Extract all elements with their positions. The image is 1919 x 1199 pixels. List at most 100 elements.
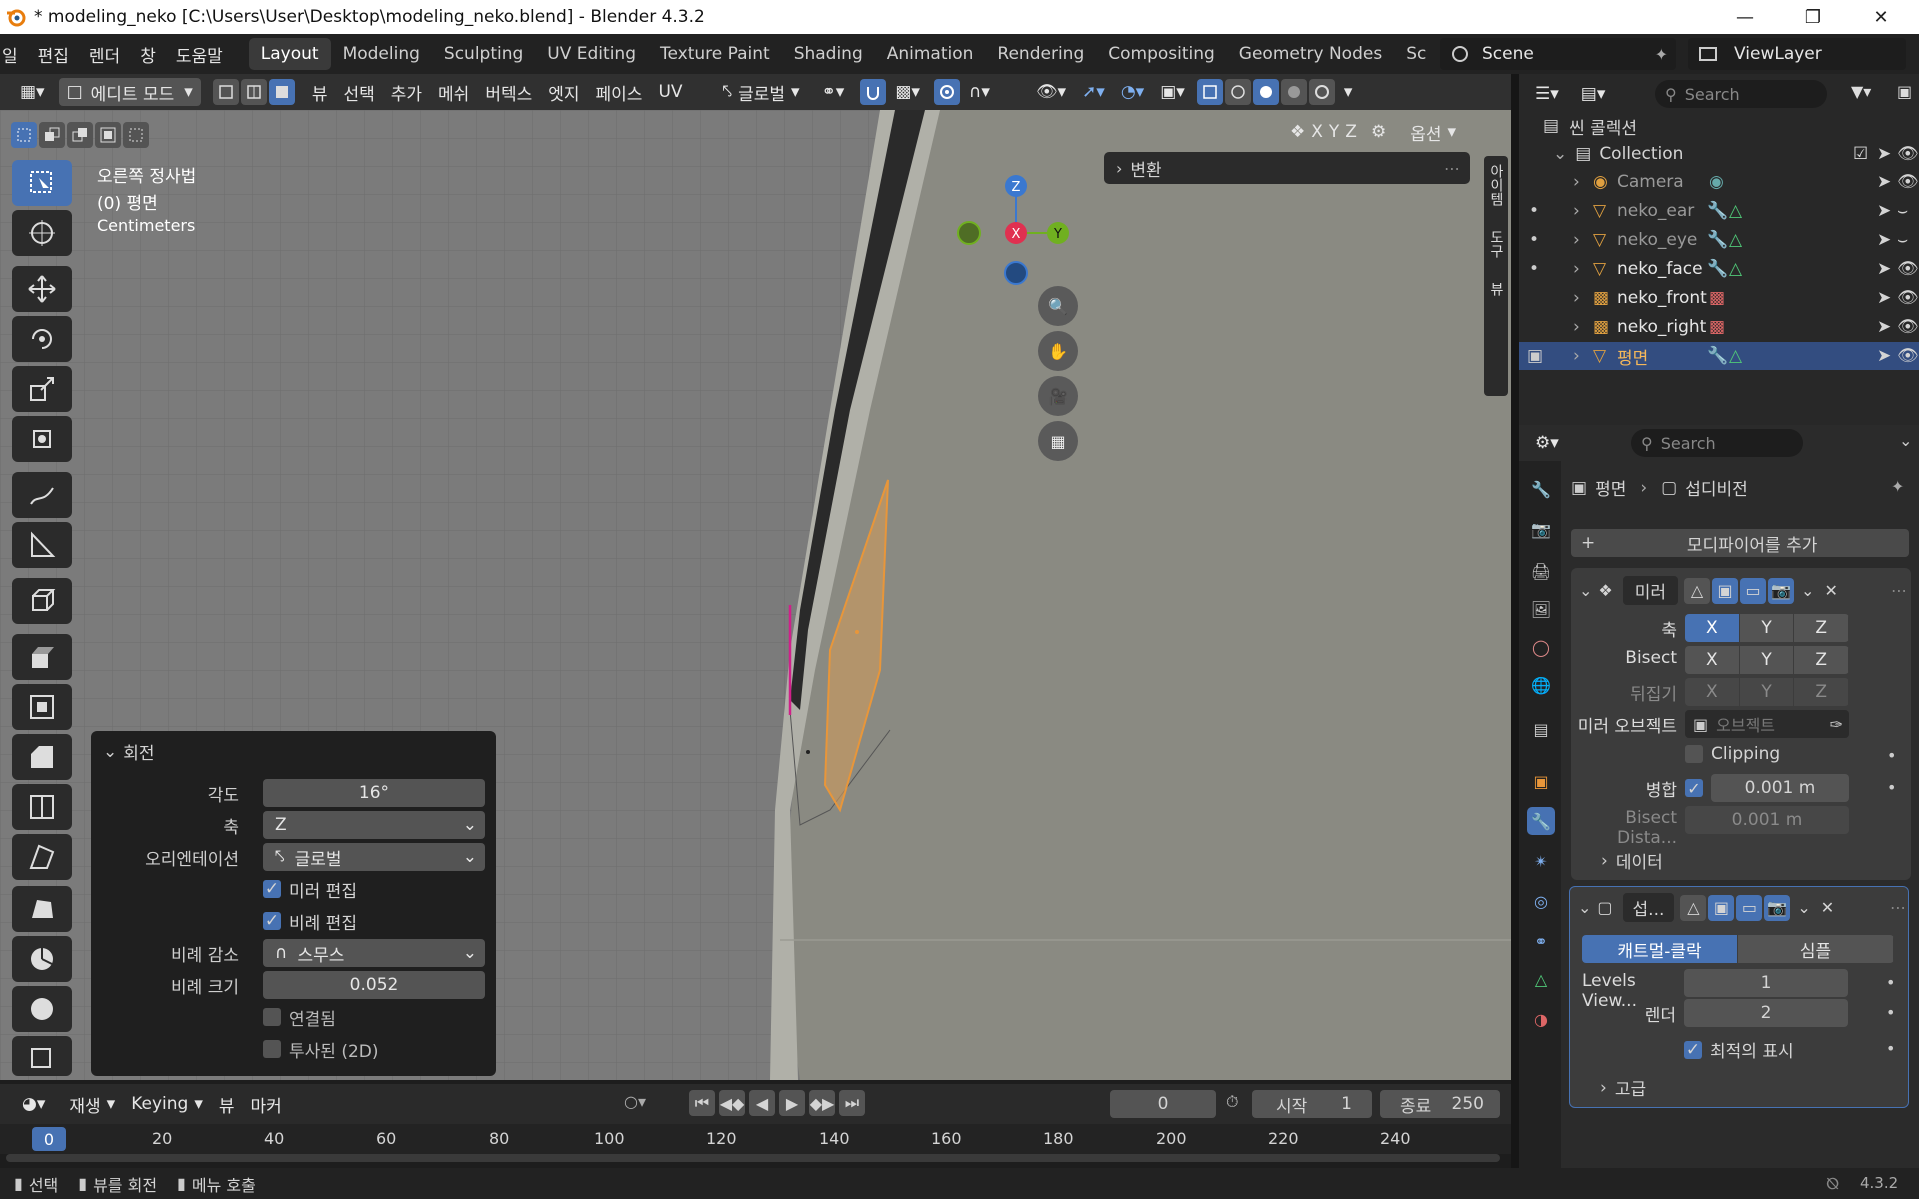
- pan-hand-icon[interactable]: ✋: [1038, 331, 1078, 371]
- mesh-overlay-icon[interactable]: ▣▾: [1152, 78, 1193, 106]
- playback-menu[interactable]: 재생 ▾: [61, 1090, 123, 1118]
- cursor-select-icon[interactable]: ➤: [1877, 201, 1891, 221]
- editmode-icon[interactable]: ▣: [1708, 894, 1735, 921]
- maximize-button[interactable]: ❐: [1784, 0, 1842, 34]
- zoom-icon[interactable]: 🔍: [1038, 286, 1078, 326]
- solid-shading-icon[interactable]: [1252, 79, 1279, 105]
- timeline-view-menu[interactable]: 뷰: [211, 1090, 243, 1118]
- outliner-search[interactable]: ⚲ Search: [1655, 80, 1827, 108]
- outliner-editor-icon[interactable]: ☰▾: [1527, 80, 1567, 108]
- annotate-tool-icon[interactable]: [12, 472, 72, 518]
- levels-viewport-field[interactable]: 1: [1684, 969, 1848, 997]
- flip-x-toggle[interactable]: X: [1685, 678, 1740, 706]
- chevron-right-icon[interactable]: ›: [1573, 259, 1580, 279]
- cursor-select-icon[interactable]: ➤: [1877, 288, 1891, 308]
- tab-sculpting[interactable]: Sculpting: [432, 38, 535, 70]
- mirror-name-field[interactable]: 미러: [1622, 576, 1679, 605]
- chevron-down-icon[interactable]: ⌄: [1801, 581, 1814, 600]
- flip-z-toggle[interactable]: Z: [1794, 678, 1849, 706]
- tab-compositing[interactable]: Compositing: [1096, 38, 1227, 70]
- data-tab-icon[interactable]: △: [1527, 965, 1555, 993]
- clipping-checkbox[interactable]: Clipping: [1685, 744, 1780, 764]
- collection-tab-icon[interactable]: ▤: [1527, 715, 1555, 743]
- chevron-down-icon[interactable]: ⌄: [1797, 898, 1810, 917]
- move-tool-icon[interactable]: [12, 266, 72, 312]
- particles-tab-icon[interactable]: ✴: [1527, 847, 1555, 875]
- outliner-item-6[interactable]: ▣ › ▽ 평면 🔧 △ ➤ 👁: [1519, 342, 1919, 370]
- pivot-icon[interactable]: ⚭▾: [814, 78, 853, 106]
- chevron-right-icon[interactable]: ›: [1573, 317, 1580, 337]
- record-icon[interactable]: ○▾: [624, 1092, 646, 1111]
- material-shading-icon[interactable]: [1280, 79, 1307, 105]
- display-mode-icon[interactable]: ▤▾: [1573, 80, 1614, 108]
- angle-field[interactable]: 16°: [263, 779, 485, 807]
- play-icon[interactable]: ▶: [779, 1090, 805, 1116]
- menu-window[interactable]: 창: [130, 42, 166, 67]
- mirror-butterfly-icon[interactable]: ❖: [1290, 122, 1305, 142]
- vertex-select-icon[interactable]: [212, 79, 239, 105]
- merge-checkbox[interactable]: ✓: [1685, 779, 1703, 798]
- bisect-z-toggle[interactable]: Z: [1794, 646, 1849, 674]
- playhead[interactable]: 0: [32, 1127, 66, 1151]
- mode-dropdown[interactable]: □ 에디트 모드 ▾: [58, 78, 201, 106]
- falloff-dropdown[interactable]: ∩ 스무스 ⌄: [263, 939, 485, 967]
- editmode-icon[interactable]: ▣: [1712, 577, 1739, 604]
- eye-icon[interactable]: 👁: [1897, 288, 1919, 308]
- tab-shading[interactable]: Shading: [782, 38, 875, 70]
- keying-menu[interactable]: Keying ▾: [123, 1090, 211, 1118]
- chevron-right-icon[interactable]: ›: [1573, 230, 1580, 250]
- visibility-icon[interactable]: 👁▾: [1028, 78, 1074, 106]
- image-data-icon[interactable]: ▩: [1709, 317, 1725, 337]
- mirror-y-toggle[interactable]: Y: [1329, 122, 1339, 142]
- chevron-down-icon[interactable]: ⌄: [1899, 431, 1912, 450]
- drag-handle-icon[interactable]: ⋯: [1890, 898, 1906, 917]
- modifier-icon[interactable]: 🔧: [1707, 346, 1728, 366]
- mesh-data-icon[interactable]: △: [1729, 346, 1742, 366]
- merge-distance-field[interactable]: 0.001 m: [1711, 774, 1849, 802]
- constraints-tab-icon[interactable]: ⚭: [1527, 927, 1555, 955]
- add-cube-tool-icon[interactable]: [12, 578, 72, 624]
- axis-y-toggle[interactable]: Y: [1739, 614, 1795, 642]
- bisect-x-toggle[interactable]: X: [1685, 646, 1740, 674]
- keyframe-dot-icon[interactable]: •: [1886, 1039, 1895, 1058]
- transform-panel-header[interactable]: › 변환 ⋯: [1104, 152, 1470, 184]
- timeline-editor-icon[interactable]: ◕▾: [14, 1090, 53, 1118]
- modifier-icon[interactable]: 🔧: [1707, 259, 1728, 279]
- add-modifier-button[interactable]: + 모디파이어를 추가: [1571, 529, 1909, 557]
- edit-cage-icon[interactable]: △: [1684, 577, 1711, 604]
- minimize-button[interactable]: —: [1716, 0, 1774, 34]
- tab-rendering[interactable]: Rendering: [985, 38, 1096, 70]
- chevron-down-icon[interactable]: ⌄: [1578, 898, 1591, 917]
- mirror-edit-checkbox[interactable]: ✓ 미러 편집: [263, 877, 357, 902]
- data-subpanel[interactable]: › 데이터: [1601, 848, 1663, 874]
- snap-target-icon[interactable]: ▩▾: [887, 78, 928, 106]
- rotate-tool-icon[interactable]: [12, 316, 72, 362]
- ortho-grid-icon[interactable]: ▦: [1038, 421, 1078, 461]
- editor-type-icon[interactable]: ▦▾: [12, 78, 53, 106]
- menu-edit[interactable]: 편집: [28, 42, 79, 67]
- edit-dot-icon[interactable]: •: [1529, 230, 1539, 250]
- eye-closed-icon[interactable]: ⌣: [1897, 201, 1908, 221]
- edit-mode-toggle-icon[interactable]: ▣: [1527, 346, 1543, 366]
- mesh-data-icon[interactable]: △: [1729, 259, 1742, 279]
- start-frame-field[interactable]: 시작 1: [1252, 1090, 1372, 1118]
- close-icon[interactable]: ✕: [1824, 581, 1837, 600]
- connected-checkbox[interactable]: 연결됨: [263, 1005, 336, 1030]
- xray-icon[interactable]: [1196, 79, 1223, 105]
- bisect-distance-field[interactable]: 0.001 m: [1685, 806, 1849, 834]
- checkbox-icon[interactable]: ☑: [1853, 144, 1868, 164]
- scene-selector[interactable]: Scene ✦: [1440, 38, 1676, 70]
- poly-build-tool-icon[interactable]: [12, 886, 72, 932]
- mirror-object-field[interactable]: ▣ 오브젝트 ✑: [1685, 710, 1849, 738]
- eyedropper-icon[interactable]: ✑: [1830, 715, 1843, 734]
- optimal-display-checkbox[interactable]: ✓ 최적의 표시: [1684, 1037, 1794, 1062]
- orientation-dropdown[interactable]: ⤣ 글로벌 ▾: [715, 78, 808, 106]
- new-collection-icon[interactable]: ▣: [1897, 82, 1912, 101]
- tab-geometry-nodes[interactable]: Geometry Nodes: [1227, 38, 1394, 70]
- snap-icon[interactable]: [860, 79, 887, 105]
- simple-option[interactable]: 심플: [1738, 935, 1894, 963]
- mesh-data-icon[interactable]: △: [1729, 230, 1742, 250]
- cursor-select-icon[interactable]: ➤: [1877, 346, 1891, 366]
- sidebar-tab-item[interactable]: 아이템: [1484, 156, 1508, 214]
- navigation-gizmo[interactable]: Z Y X: [950, 160, 1070, 290]
